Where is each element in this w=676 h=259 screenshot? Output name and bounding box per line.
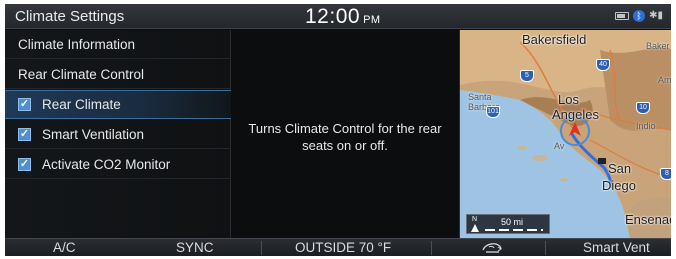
- map-label-ensenada: Ensenad: [625, 212, 671, 227]
- map-label-amb: Am: [658, 75, 671, 85]
- sync-button[interactable]: SYNC: [176, 240, 214, 255]
- menu-item-activate-co2-monitor[interactable]: ✓ Activate CO2 Monitor: [5, 150, 231, 179]
- climate-settings-screen: Climate Settings 12:00 PM ᛒ ✱▮ Climate In…: [5, 4, 671, 256]
- signal-icon: ✱▮: [649, 10, 663, 21]
- map-label-av: Av: [554, 141, 565, 151]
- highway-shield-icon: 5: [520, 70, 534, 82]
- scale-bar: [485, 229, 543, 231]
- compass-north-label: N: [472, 216, 478, 223]
- highway-shield-icon: 10: [636, 102, 650, 114]
- highway-shield-icon: 101: [486, 106, 500, 118]
- highway-shield-icon: 8: [660, 168, 671, 180]
- map-scale: N 50 mi: [466, 214, 550, 234]
- divider: [431, 241, 432, 255]
- status-icons: ᛒ ✱▮: [615, 10, 663, 22]
- ac-button[interactable]: A/C: [53, 240, 76, 255]
- smart-vent-button[interactable]: Smart Vent: [583, 240, 650, 255]
- checkbox-checked-icon[interactable]: ✓: [18, 157, 31, 171]
- divider: [261, 241, 262, 255]
- menu-item-climate-information[interactable]: Climate Information: [5, 30, 231, 59]
- status-bar: Climate Settings 12:00 PM ᛒ ✱▮: [5, 4, 671, 29]
- clock-time: 12:00: [305, 5, 361, 28]
- map-label-santa: Santa: [468, 92, 492, 102]
- bluetooth-icon: ᛒ: [633, 10, 646, 22]
- description-panel: Turns Climate Control for the rear seats…: [232, 30, 458, 238]
- divider: [545, 241, 546, 255]
- highway-shield-icon: 40: [596, 59, 610, 71]
- map-label-los: Los: [558, 92, 579, 107]
- clock-ampm: PM: [363, 14, 381, 26]
- menu-item-label: Climate Information: [18, 36, 136, 52]
- clock: 12:00 PM: [305, 5, 381, 29]
- setting-description: Turns Climate Control for the rear seats…: [248, 121, 442, 153]
- outside-temperature: OUTSIDE 70 °F: [295, 240, 392, 255]
- checkbox-checked-icon[interactable]: ✓: [18, 127, 31, 141]
- menu-item-smart-ventilation[interactable]: ✓ Smart Ventilation: [5, 120, 231, 149]
- menu-item-rear-climate[interactable]: ✓ Rear Climate: [5, 90, 231, 119]
- scale-distance: 50 mi: [501, 217, 524, 227]
- bottom-bar: A/C SYNC OUTSIDE 70 °F Smart Vent: [5, 238, 671, 256]
- menu-item-label: Rear Climate Control: [18, 66, 145, 82]
- menu-item-label: Rear Climate: [42, 97, 121, 112]
- air-recirculation-icon[interactable]: [481, 241, 503, 254]
- menu-item-label: Activate CO2 Monitor: [42, 156, 171, 172]
- menu-item-label: Smart Ventilation: [42, 126, 145, 142]
- map-label-bakersfield: Bakersfield: [522, 32, 587, 47]
- compass-arrow-icon: [471, 224, 479, 232]
- map-background: [460, 30, 671, 238]
- map-label-diego: Diego: [602, 178, 636, 193]
- map-label-angeles: Angeles: [552, 107, 599, 122]
- battery-icon: [615, 12, 630, 20]
- menu-item-rear-climate-control[interactable]: Rear Climate Control: [5, 60, 231, 89]
- map-label-indio: Indio: [636, 121, 656, 131]
- navigation-map[interactable]: Bakersfield Baker Am Santa Barbara Los A…: [459, 30, 671, 238]
- map-label-san: San: [608, 161, 632, 176]
- checkbox-checked-icon[interactable]: ✓: [18, 98, 31, 111]
- map-label-baker: Baker: [646, 41, 670, 51]
- page-title: Climate Settings: [15, 8, 125, 25]
- settings-menu: Climate Information Rear Climate Control…: [5, 30, 231, 238]
